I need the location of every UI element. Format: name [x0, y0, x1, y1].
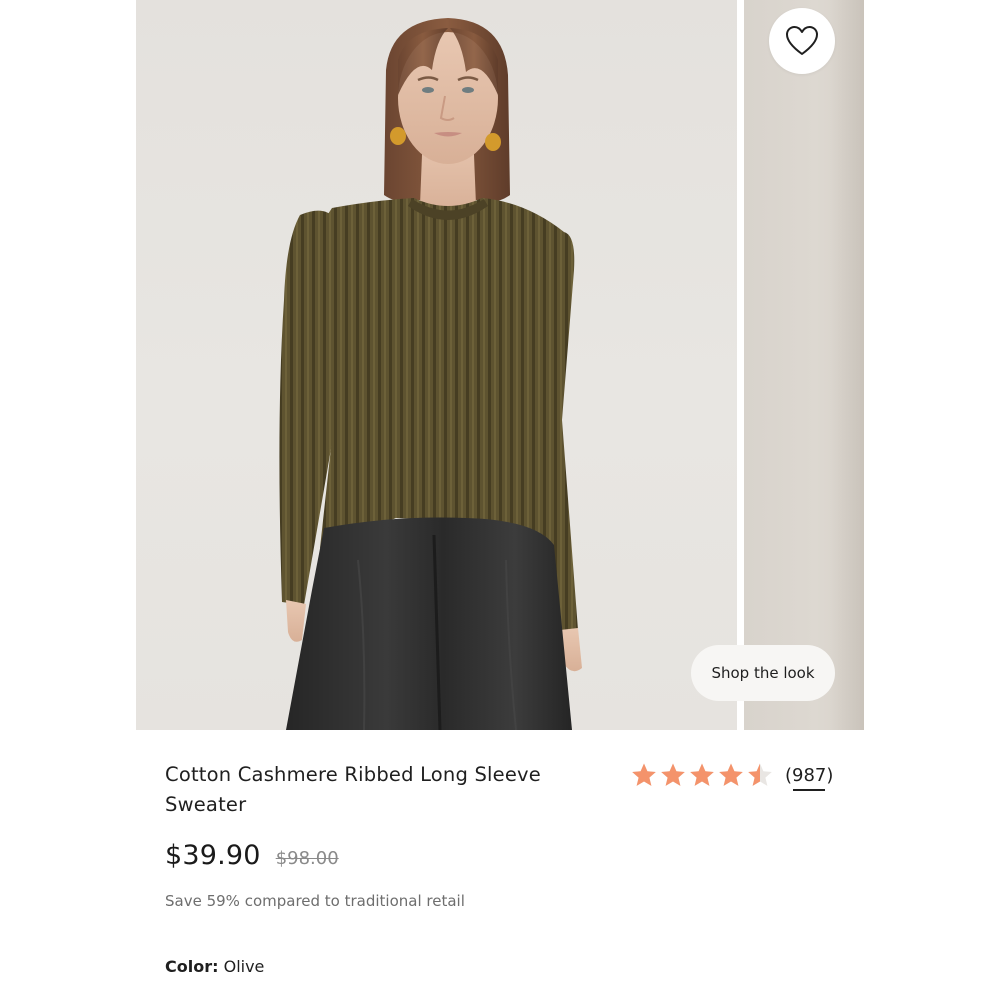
product-image-next[interactable]	[744, 0, 864, 730]
review-count-underline	[793, 788, 826, 791]
color-selection: Color: Olive	[165, 957, 264, 976]
color-label: Color:	[165, 957, 219, 976]
price-row: $39.90 $98.00	[165, 840, 339, 880]
heart-outline-icon	[786, 26, 818, 55]
product-title: Cotton Cashmere Ribbed Long Sleeve Sweat…	[165, 763, 541, 816]
shop-the-look-button[interactable]: Shop the look	[691, 645, 835, 701]
savings-note: Save 59% compared to traditional retail	[165, 892, 465, 910]
color-value: Olive	[223, 957, 265, 976]
star-full-icon	[719, 763, 743, 786]
product-image-gallery[interactable]	[136, 0, 864, 730]
next-image-shadow	[830, 0, 864, 730]
original-price: $98.00	[275, 848, 339, 869]
rating-stars	[631, 762, 776, 788]
product-image-main[interactable]	[136, 0, 737, 730]
wishlist-button[interactable]	[769, 8, 835, 74]
product-photo	[279, 18, 582, 730]
review-count-link[interactable]: (987)	[785, 764, 834, 791]
current-price: $39.90	[165, 840, 261, 871]
star-half-icon	[748, 763, 772, 786]
star-full-icon	[632, 763, 656, 786]
star-full-icon	[690, 763, 714, 786]
star-full-icon	[661, 763, 685, 786]
product-rating[interactable]: (987)	[631, 760, 834, 791]
review-count: (987)	[785, 764, 834, 786]
